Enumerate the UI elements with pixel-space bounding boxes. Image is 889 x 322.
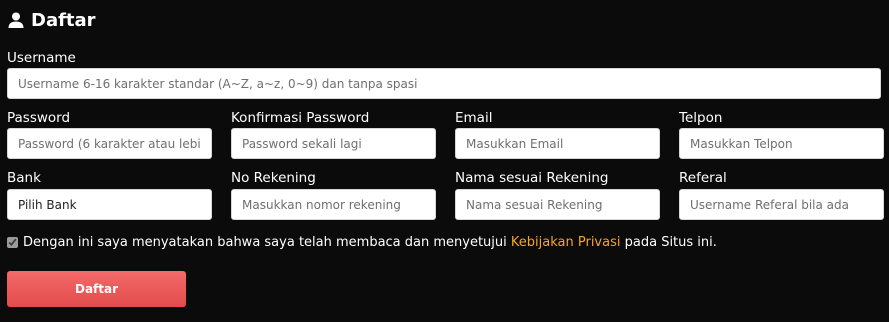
email-input[interactable] [455,128,660,159]
account-number-input[interactable] [231,189,436,220]
confirm-password-label: Konfirmasi Password [231,110,370,126]
agreement-text: Dengan ini saya menyatakan bahwa saya te… [23,234,507,250]
email-label: Email [455,110,493,126]
account-number-label: No Rekening [231,170,316,186]
account-name-label: Nama sesuai Rekening [455,170,609,186]
referral-input[interactable] [679,189,884,220]
bank-label: Bank [7,170,41,186]
password-label: Password [7,110,71,126]
privacy-policy-link[interactable]: Kebijakan Privasi [511,235,621,250]
register-button[interactable]: Daftar [7,271,186,307]
confirm-password-input[interactable] [231,128,436,159]
username-label: Username [7,50,76,66]
agreement-row: Dengan ini saya menyatakan bahwa saya te… [7,233,717,251]
user-icon [8,12,24,28]
agreement-checkbox[interactable] [7,236,18,248]
username-input[interactable] [7,68,881,99]
form-header: Daftar [7,7,96,33]
phone-input[interactable] [679,128,884,159]
password-input[interactable] [7,128,212,159]
page-title: Daftar [31,9,96,31]
bank-select[interactable]: Pilih Bank [7,189,212,220]
account-name-input[interactable] [455,189,660,220]
phone-label: Telpon [679,110,723,126]
agreement-text-end: pada Situs ini. [624,234,717,250]
referral-label: Referal [679,170,727,186]
